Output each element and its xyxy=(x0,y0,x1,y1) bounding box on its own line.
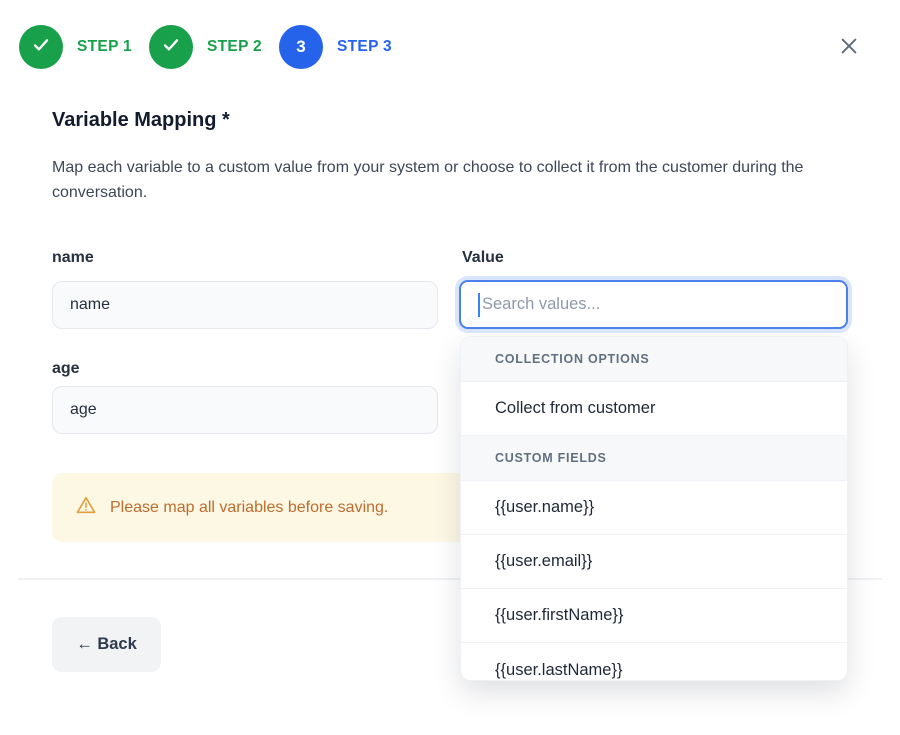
group-header-collection-options: COLLECTION OPTIONS xyxy=(461,337,847,382)
close-icon xyxy=(838,35,860,60)
step-1[interactable]: STEP 1 xyxy=(19,25,132,69)
step-2-label: STEP 2 xyxy=(207,38,262,56)
option-user-firstname[interactable]: {{user.firstName}} xyxy=(461,589,847,643)
search-input[interactable] xyxy=(461,282,846,327)
step-3-current-badge: 3 xyxy=(279,25,323,69)
step-1-label: STEP 1 xyxy=(77,38,132,56)
value-search-combobox[interactable] xyxy=(459,280,848,329)
warning-message: Please map all variables before saving. xyxy=(110,499,388,517)
step-3-number: 3 xyxy=(296,37,305,57)
page-title: Variable Mapping * xyxy=(52,109,230,132)
warning-icon xyxy=(75,494,97,521)
variable-name-label: name xyxy=(52,249,94,267)
variable-age-label: age xyxy=(52,360,80,378)
step-3-label: STEP 3 xyxy=(337,38,392,56)
check-icon xyxy=(160,34,182,61)
variable-name-input[interactable] xyxy=(52,281,438,329)
wizard-stepper: STEP 1 STEP 2 3 STEP 3 xyxy=(19,25,409,69)
variable-age-input[interactable] xyxy=(52,386,438,434)
option-user-email[interactable]: {{user.email}} xyxy=(461,535,847,589)
back-button[interactable]: ← Back xyxy=(52,617,161,672)
description-text: Map each variable to a custom value from… xyxy=(52,156,834,205)
option-collect-from-customer[interactable]: Collect from customer xyxy=(461,382,847,436)
value-column-label: Value xyxy=(462,249,504,267)
group-header-custom-fields: CUSTOM FIELDS xyxy=(461,436,847,481)
step-3[interactable]: 3 STEP 3 xyxy=(279,25,392,69)
option-user-lastname[interactable]: {{user.lastName}} xyxy=(461,643,847,680)
text-cursor xyxy=(478,293,480,317)
check-icon xyxy=(30,34,52,61)
step-2-complete-badge xyxy=(149,25,193,69)
step-2[interactable]: STEP 2 xyxy=(149,25,262,69)
option-user-name[interactable]: {{user.name}} xyxy=(461,481,847,535)
step-1-complete-badge xyxy=(19,25,63,69)
value-options-dropdown: COLLECTION OPTIONS Collect from customer… xyxy=(461,337,847,680)
close-button[interactable] xyxy=(835,33,863,61)
